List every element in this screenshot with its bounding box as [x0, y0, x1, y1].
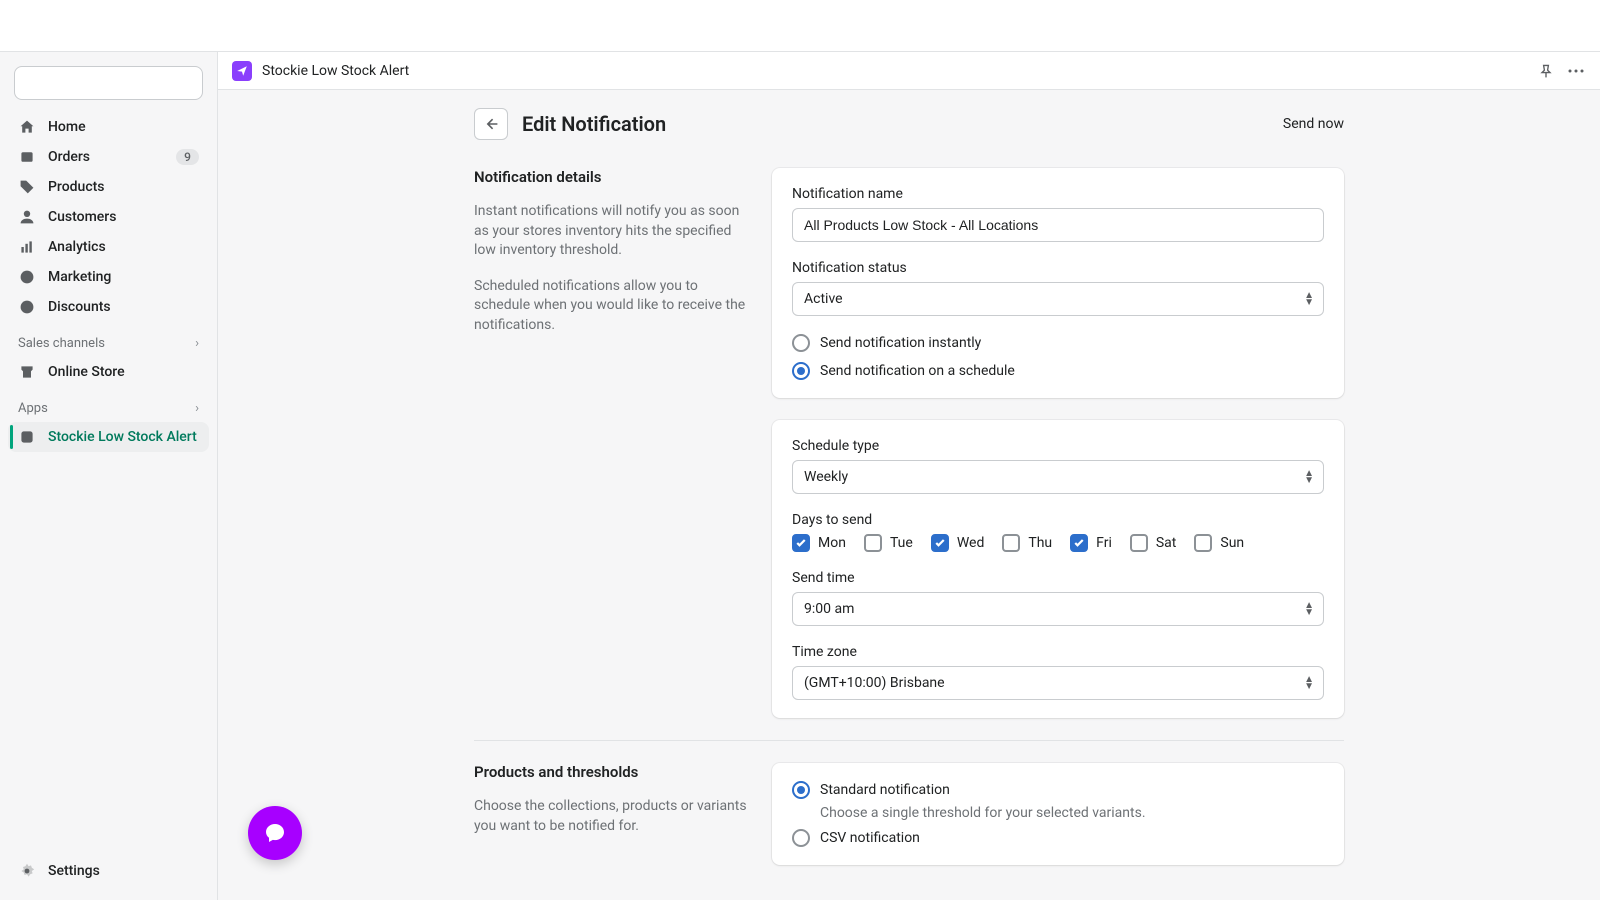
- radio-label: Standard notification: [820, 782, 950, 798]
- card-notification-details: Notification name Notification status Ac…: [772, 168, 1344, 398]
- app-title: Stockie Low Stock Alert: [262, 63, 409, 79]
- sidebar-item-stockie-app[interactable]: Stockie Low Stock Alert: [8, 422, 209, 452]
- checkbox[interactable]: [1002, 534, 1020, 552]
- day-checkbox-sat[interactable]: Sat: [1130, 534, 1177, 552]
- marketing-icon: [18, 268, 36, 286]
- section-description: Instant notifications will notify you as…: [474, 202, 748, 261]
- sidebar-item-discounts[interactable]: Discounts: [8, 292, 209, 322]
- chevron-right-icon: ›: [195, 401, 199, 416]
- radio-csv-notification[interactable]: [792, 829, 810, 847]
- sidebar-item-label: Orders: [48, 149, 90, 165]
- radio-sublabel: Choose a single threshold for your selec…: [820, 805, 1324, 821]
- day-checkbox-tue[interactable]: Tue: [864, 534, 913, 552]
- checkbox[interactable]: [1070, 534, 1088, 552]
- top-bar: [0, 0, 1600, 52]
- field-label: Notification name: [792, 186, 1324, 202]
- section-description: Choose the collections, products or vari…: [474, 797, 748, 836]
- sidebar-item-label: Settings: [48, 863, 100, 879]
- day-label: Sat: [1156, 535, 1177, 551]
- sidebar-item-label: Home: [48, 119, 86, 135]
- orders-icon: [18, 148, 36, 166]
- search-input[interactable]: [14, 66, 203, 100]
- sidebar-item-online-store[interactable]: Online Store: [8, 357, 209, 387]
- checkbox[interactable]: [792, 534, 810, 552]
- radio-instant[interactable]: [792, 334, 810, 352]
- back-button[interactable]: [474, 108, 508, 140]
- page-title: Edit Notification: [522, 112, 666, 136]
- day-label: Thu: [1028, 535, 1052, 551]
- field-label: Notification status: [792, 260, 1324, 276]
- sidebar-item-label: Customers: [48, 209, 116, 225]
- checkbox[interactable]: [864, 534, 882, 552]
- app-icon: [18, 428, 36, 446]
- section-description: Scheduled notifications allow you to sch…: [474, 277, 748, 336]
- radio-schedule[interactable]: [792, 362, 810, 380]
- card-schedule: Schedule type Weekly ▲▼ Days to send Mon…: [772, 420, 1344, 718]
- day-label: Wed: [957, 535, 985, 551]
- day-checkbox-wed[interactable]: Wed: [931, 534, 985, 552]
- section-label: Apps: [18, 401, 48, 416]
- sidebar-item-label: Discounts: [48, 299, 111, 315]
- send-now-button[interactable]: Send now: [1283, 116, 1344, 132]
- send-time-select[interactable]: 9:00 am: [792, 592, 1324, 626]
- day-label: Tue: [890, 535, 913, 551]
- sidebar-item-label: Marketing: [48, 269, 111, 285]
- sidebar-item-products[interactable]: Products: [8, 172, 209, 202]
- sidebar-item-label: Analytics: [48, 239, 106, 255]
- field-label: Days to send: [792, 512, 1324, 528]
- store-icon: [18, 363, 36, 381]
- day-checkbox-thu[interactable]: Thu: [1002, 534, 1052, 552]
- sidebar-item-settings[interactable]: Settings: [8, 856, 209, 886]
- analytics-icon: [18, 238, 36, 256]
- radio-label: CSV notification: [820, 830, 920, 846]
- day-checkbox-fri[interactable]: Fri: [1070, 534, 1112, 552]
- sidebar-item-home[interactable]: Home: [8, 112, 209, 142]
- day-label: Fri: [1096, 535, 1112, 551]
- checkbox[interactable]: [1130, 534, 1148, 552]
- sidebar-item-marketing[interactable]: Marketing: [8, 262, 209, 292]
- field-label: Schedule type: [792, 438, 1324, 454]
- checkbox[interactable]: [931, 534, 949, 552]
- app-header: Stockie Low Stock Alert: [218, 52, 1600, 90]
- customer-icon: [18, 208, 36, 226]
- radio-label: Send notification instantly: [820, 335, 981, 351]
- sidebar-item-customers[interactable]: Customers: [8, 202, 209, 232]
- radio-label: Send notification on a schedule: [820, 363, 1015, 379]
- notification-name-input[interactable]: [792, 208, 1324, 242]
- section-heading: Products and thresholds: [474, 763, 748, 781]
- radio-standard-notification[interactable]: [792, 781, 810, 799]
- section-label: Sales channels: [18, 336, 105, 351]
- tag-icon: [18, 178, 36, 196]
- divider: [474, 740, 1344, 741]
- home-icon: [18, 118, 36, 136]
- day-label: Mon: [818, 535, 846, 551]
- app-logo-icon: [232, 61, 252, 81]
- orders-badge: 9: [176, 149, 199, 165]
- sidebar-item-analytics[interactable]: Analytics: [8, 232, 209, 262]
- gear-icon: [18, 862, 36, 880]
- card-products: Standard notification Choose a single th…: [772, 763, 1344, 865]
- discount-icon: [18, 298, 36, 316]
- section-sales-channels[interactable]: Sales channels ›: [8, 322, 209, 357]
- sidebar: Home Orders 9 Products Customers Analyti…: [0, 52, 218, 900]
- notification-status-select[interactable]: Active: [792, 282, 1324, 316]
- checkbox[interactable]: [1194, 534, 1212, 552]
- day-checkbox-sun[interactable]: Sun: [1194, 534, 1244, 552]
- more-icon[interactable]: [1566, 61, 1586, 81]
- field-label: Send time: [792, 570, 1324, 586]
- pin-icon[interactable]: [1536, 61, 1556, 81]
- section-apps[interactable]: Apps ›: [8, 387, 209, 422]
- sidebar-item-orders[interactable]: Orders 9: [8, 142, 209, 172]
- section-heading: Notification details: [474, 168, 748, 186]
- schedule-type-select[interactable]: Weekly: [792, 460, 1324, 494]
- chat-fab[interactable]: [248, 806, 302, 860]
- day-checkbox-mon[interactable]: Mon: [792, 534, 846, 552]
- timezone-select[interactable]: (GMT+10:00) Brisbane: [792, 666, 1324, 700]
- field-label: Time zone: [792, 644, 1324, 660]
- sidebar-item-label: Products: [48, 179, 105, 195]
- chevron-right-icon: ›: [195, 336, 199, 351]
- sidebar-item-label: Stockie Low Stock Alert: [48, 429, 197, 445]
- sidebar-item-label: Online Store: [48, 364, 125, 380]
- day-label: Sun: [1220, 535, 1244, 551]
